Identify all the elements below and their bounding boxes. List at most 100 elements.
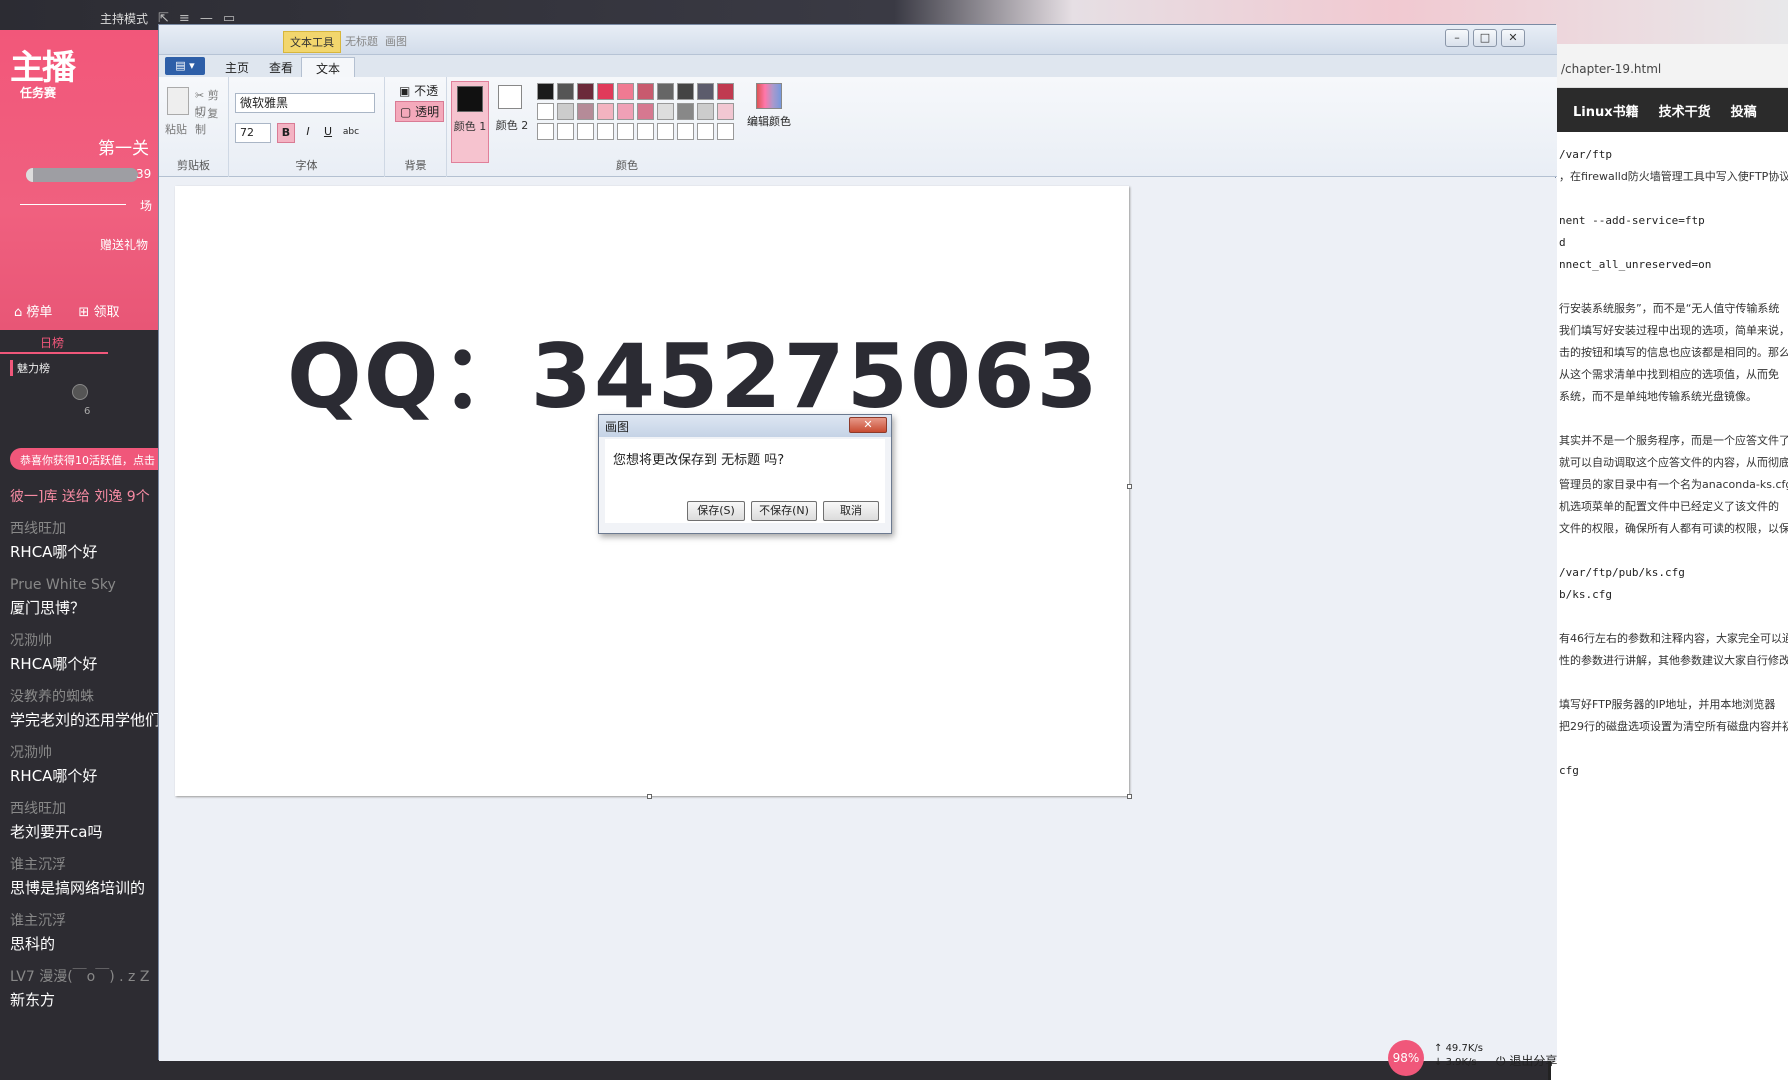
palette-swatch[interactable]: [577, 123, 594, 140]
address-bar[interactable]: /chapter-19.html: [1551, 44, 1788, 88]
palette-swatch[interactable]: [697, 123, 714, 140]
chat-name[interactable]: 谁主沉浮: [10, 854, 160, 876]
palette-swatch[interactable]: [657, 123, 674, 140]
palette-swatch[interactable]: [677, 83, 694, 100]
charm-label: 魅力榜: [10, 360, 50, 376]
strikethrough-button[interactable]: abc: [339, 123, 363, 143]
notice-banner[interactable]: 恭喜你获得10活跃值，点击: [10, 448, 160, 470]
palette-swatch[interactable]: [637, 83, 654, 100]
ribbon-tabs: ▤ ▾ 主页 查看 文本: [159, 55, 1557, 77]
nav-linux-books[interactable]: Linux书籍: [1573, 101, 1639, 120]
article-line: 管理员的家目录中有一个名为anaconda-ks.cfg: [1559, 478, 1788, 491]
palette-swatch[interactable]: [637, 123, 654, 140]
italic-button[interactable]: I: [299, 123, 317, 143]
palette-swatch[interactable]: [537, 123, 554, 140]
chat-name[interactable]: 西线旺加: [10, 798, 160, 820]
article-line: d: [1559, 236, 1566, 249]
palette-swatch[interactable]: [577, 83, 594, 100]
save-button[interactable]: 保存(S): [687, 501, 745, 521]
palette-swatch[interactable]: [577, 103, 594, 120]
underline-button[interactable]: U: [319, 123, 337, 143]
resize-handle-corner[interactable]: [1127, 794, 1132, 799]
article-line: [1559, 672, 1788, 694]
palette-swatch[interactable]: [557, 83, 574, 100]
palette-swatch[interactable]: [617, 103, 634, 120]
palette-swatch[interactable]: [697, 83, 714, 100]
tab-daily[interactable]: 日榜: [0, 330, 108, 354]
tab-get[interactable]: ⊞ 领取: [78, 301, 119, 320]
tab-text[interactable]: 文本: [301, 57, 356, 77]
palette-swatch[interactable]: [537, 103, 554, 120]
dialog-close-button[interactable]: ✕: [849, 417, 887, 433]
resize-handle-right[interactable]: [1127, 484, 1132, 489]
palette-swatch[interactable]: [657, 103, 674, 120]
chat-message: 思科的: [10, 935, 56, 953]
tab-view[interactable]: 查看: [255, 57, 307, 77]
paste-icon[interactable]: [167, 87, 189, 115]
maximize-button[interactable]: □: [1473, 29, 1497, 47]
article-line: 有46行左右的参数和注释内容，大家完全可以通: [1559, 632, 1788, 645]
transparent-option[interactable]: ▢ 透明: [395, 101, 445, 122]
font-size-select[interactable]: 72: [235, 123, 271, 143]
chat-name[interactable]: 况泐帅: [10, 630, 160, 652]
paint-titlebar: 文本工具 无标题 画图 – □ ✕: [159, 25, 1557, 55]
gift-button[interactable]: 赠送礼物: [100, 236, 148, 253]
cancel-button[interactable]: 取消: [823, 501, 879, 521]
palette-swatch[interactable]: [537, 83, 554, 100]
palette-swatch[interactable]: [597, 103, 614, 120]
palette-swatch[interactable]: [657, 83, 674, 100]
dialog-body: 您想将更改保存到 无标题 吗? 保存(S) 不保存(N) 取消: [605, 439, 885, 523]
context-tab-text-tools[interactable]: 文本工具: [283, 31, 341, 53]
tab-rank[interactable]: ⌂ 榜单: [14, 301, 52, 320]
chat-name[interactable]: 西线旺加: [10, 518, 160, 540]
palette-swatch[interactable]: [717, 123, 734, 140]
color-palette: [537, 83, 734, 140]
palette-swatch[interactable]: [697, 103, 714, 120]
minimize-button[interactable]: –: [1445, 29, 1469, 47]
clipboard-label: 剪贴板: [177, 159, 210, 172]
palette-swatch[interactable]: [597, 123, 614, 140]
window-title: 无标题: [345, 35, 378, 48]
chat-name[interactable]: Prue White Sky: [10, 574, 160, 596]
palette-swatch[interactable]: [557, 123, 574, 140]
ribbon: 粘贴 ✂ 剪切 ⎘ 复制 剪贴板 微软雅黑 72 B I U abc 字体 ▣ …: [159, 77, 1557, 177]
bold-button[interactable]: B: [277, 123, 295, 143]
copy-label: 复制: [195, 107, 219, 136]
palette-swatch[interactable]: [597, 83, 614, 100]
palette-swatch[interactable]: [617, 123, 634, 140]
font-family-select[interactable]: 微软雅黑: [235, 93, 375, 113]
chat-name[interactable]: 况泐帅: [10, 742, 160, 764]
palette-swatch[interactable]: [717, 103, 734, 120]
palette-swatch[interactable]: [637, 103, 654, 120]
palette-swatch[interactable]: [717, 83, 734, 100]
paste-button[interactable]: 粘贴: [165, 121, 187, 137]
host-mode-label[interactable]: 主持模式: [100, 10, 148, 27]
palette-swatch[interactable]: [557, 103, 574, 120]
paint-menu-button[interactable]: ▤ ▾: [165, 57, 205, 75]
palette-swatch[interactable]: [677, 123, 694, 140]
color2-button[interactable]: 颜色 2: [493, 81, 531, 163]
cpu-percent[interactable]: 98%: [1388, 1040, 1424, 1076]
chat-name[interactable]: 谁主沉浮: [10, 910, 160, 932]
article-line: [1559, 606, 1788, 628]
resize-handle-bottom[interactable]: [647, 794, 652, 799]
nav-tech[interactable]: 技术干货: [1659, 101, 1711, 120]
close-button[interactable]: ✕: [1501, 29, 1525, 47]
edit-colors-button[interactable]: 编辑颜色: [747, 83, 791, 129]
nav-submit[interactable]: 投稿: [1731, 101, 1757, 120]
avatar[interactable]: [72, 384, 88, 400]
chat-message: 老刘要开ca吗: [10, 823, 103, 841]
color1-button[interactable]: 颜色 1: [451, 81, 489, 163]
article-line: [1559, 276, 1788, 298]
copy-button[interactable]: ⎘ 复制: [195, 105, 228, 137]
level-label: 第一关: [98, 139, 149, 159]
palette-swatch[interactable]: [677, 103, 694, 120]
chat-name[interactable]: 没教养的蜘蛛: [10, 686, 160, 708]
palette-swatch[interactable]: [617, 83, 634, 100]
exit-share-button[interactable]: ⏻ 退出分享: [1496, 1052, 1557, 1069]
article-line: 就可以自动调取这个应答文件的内容，从而彻底: [1559, 456, 1788, 469]
article-line: cfg: [1559, 764, 1579, 777]
article-line: 击的按钮和填写的信息也应该都是相同的。那么: [1559, 346, 1788, 359]
dont-save-button[interactable]: 不保存(N): [751, 501, 817, 521]
chat-name[interactable]: LV7 漫漫(￣o￣) . z Z: [10, 966, 160, 988]
